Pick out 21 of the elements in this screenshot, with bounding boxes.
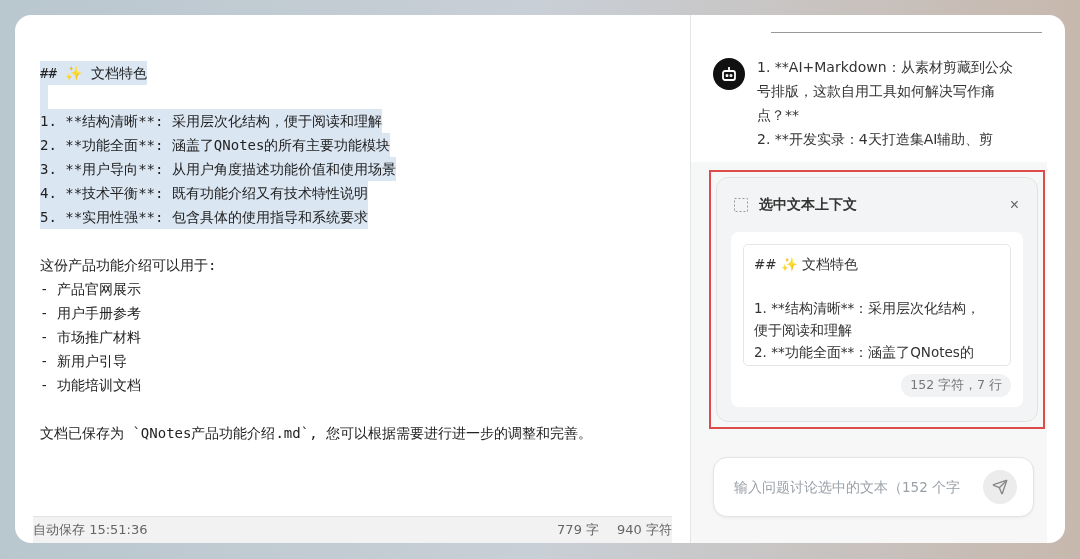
editor-line: - 功能培训文档: [40, 376, 141, 395]
send-button[interactable]: [983, 470, 1017, 504]
question-input[interactable]: 输入问题讨论选中的文本（152 个字: [713, 457, 1034, 517]
selection-stats: 152 字符，7 行: [901, 374, 1011, 397]
context-title: 选中文本上下文: [759, 196, 858, 214]
editor-line: 文档已保存为 `QNotes产品功能介绍.md`, 您可以根据需要进行进一步的调整和完善。: [40, 424, 592, 443]
bot-avatar-icon: [713, 58, 745, 90]
chat-message: 1. **AI+Markdown：从素材剪藏到公众 号排版，这款自用工具如何解决写作痛 点？** 2. **开发实录：4天打造集AI辅助、剪: [757, 58, 1013, 149]
close-button[interactable]: ×: [1005, 196, 1023, 214]
editor-line: 这份产品功能介绍可以用于:: [40, 256, 217, 275]
char-count: 940 字符: [617, 521, 672, 539]
editor-line: - 新用户引导: [40, 352, 127, 371]
selection-icon: [733, 197, 749, 213]
editor-line: - 用户手册参考: [40, 304, 141, 323]
editor-line: - 市场推广材料: [40, 328, 141, 347]
question-field[interactable]: 输入问题讨论选中的文本（152 个字: [732, 478, 983, 496]
word-count: 779 字: [557, 521, 600, 539]
editor-line: - 产品官网展示: [40, 280, 141, 299]
send-icon: [992, 479, 1008, 495]
selected-text-preview: ## ✨ 文档特色 1. **结构清晰**：采用层次化结构， 便于阅读和理解 2. **功能全面**：涵盖了QNotes的: [743, 244, 1011, 366]
autosave-time: 自动保存 15:51:36: [33, 521, 149, 539]
